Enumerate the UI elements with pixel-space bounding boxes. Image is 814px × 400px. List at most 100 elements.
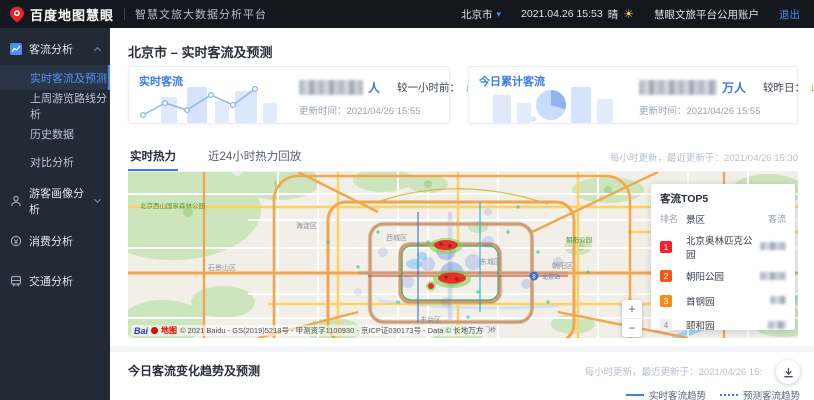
- page-title: 北京市 – 实时客流及预测: [128, 42, 272, 61]
- main-panel: 北京市 – 实时客流及预测 实时客流 人 较一小时前：: [110, 28, 814, 346]
- redacted-flow-value: [760, 272, 786, 280]
- line-chart-illustration: [135, 83, 285, 123]
- sidebar-item-lastweek-route-analysis[interactable]: 上周游览路线分析: [0, 93, 110, 118]
- header-divider: [124, 8, 125, 20]
- sidebar-item-label: 客流分析: [29, 41, 88, 57]
- download-icon: [783, 367, 794, 378]
- chart-icon: [10, 43, 22, 55]
- top5-row-3[interactable]: 3 首钢园: [660, 292, 786, 310]
- sidebar-item-label: 历史数据: [30, 126, 74, 142]
- sidebar-item-label: 实时客流及预测: [30, 70, 107, 86]
- cumulative-flow-card: 今日累计客流 万人 较昨日： ↓ 更新时间：2021/04/26 15:55: [468, 66, 798, 124]
- sidebar-item-label: 交通分析: [29, 273, 100, 289]
- rank-badge: 3: [660, 295, 672, 307]
- sidebar-item-passenger-flow-analysis[interactable]: 客流分析: [0, 36, 110, 62]
- svg-text:北京西山国家森林公园: 北京西山国家森林公园: [140, 201, 205, 210]
- logo-text: 百度地图慧眼: [30, 5, 114, 24]
- chevron-down-icon: [94, 196, 101, 203]
- attribution-text: © 2021 Baidu - GS(2019)5218号 - 甲测资字11009…: [180, 325, 483, 336]
- col-value-header: 客流: [758, 212, 786, 226]
- unit-label: 万人: [722, 79, 746, 96]
- arrow-down-icon: ↓: [810, 82, 814, 94]
- top5-panel: 客流TOP5 排名 景区 客流 1 北京奥林匹克公园 2 朝阳公园 3: [651, 184, 795, 330]
- scenic-name: 首钢园: [686, 294, 758, 308]
- sidebar-item-label: 上周游览路线分析: [30, 90, 110, 122]
- scenic-name: 北京奥林匹克公园: [686, 233, 758, 261]
- app-root: 百度地图慧眼 智慧文旅大数据分析平台 北京市 ▾ 2021.04.26 15:5…: [0, 0, 814, 400]
- top-header: 百度地图慧眼 智慧文旅大数据分析平台 北京市 ▾ 2021.04.26 15:5…: [0, 0, 814, 28]
- bus-icon: [10, 275, 22, 287]
- update-time: 更新时间：2021/04/26 15:55: [299, 103, 420, 117]
- app-logo[interactable]: 百度地图慧眼: [0, 5, 114, 24]
- top5-row-1[interactable]: 1 北京奥林匹克公园: [660, 233, 786, 261]
- svg-text:丰台区: 丰台区: [420, 315, 441, 324]
- datetime-weather: 2021.04.26 15:53 晴 ☀: [521, 7, 634, 22]
- platform-title: 智慧文旅大数据分析平台: [135, 6, 267, 22]
- city-selector[interactable]: 北京市 ▾: [461, 7, 501, 22]
- legend-forecast-flow[interactable]: 预测客流趋势: [720, 388, 800, 400]
- map-zoom-control: + −: [622, 300, 642, 337]
- col-rank-header: 排名: [660, 212, 686, 226]
- heat-tabs: 实时热力 近24小时热力回放 每小时更新，最近更新于：2021/04/26 15…: [128, 146, 798, 172]
- user-icon: [10, 195, 22, 207]
- rank-badge: 4: [660, 319, 672, 331]
- zoom-in-button[interactable]: +: [622, 300, 642, 319]
- datetime-text: 2021.04.26 15:53: [521, 8, 603, 20]
- solid-line-icon: [626, 394, 644, 396]
- top5-row-4[interactable]: 4 颐和园: [660, 316, 786, 334]
- sidebar-item-consumption-analysis[interactable]: 消费分析: [0, 228, 110, 254]
- subway-station-badge: 8: [530, 272, 539, 281]
- redacted-flow-value: [639, 80, 717, 95]
- download-button[interactable]: [776, 360, 800, 384]
- zoom-out-button[interactable]: −: [622, 319, 642, 337]
- scenic-name: 颐和园: [686, 318, 758, 332]
- sidebar-item-visitor-profile-analysis[interactable]: 游客画像分析: [0, 188, 110, 214]
- map-attribution: Bai 地图 © 2021 Baidu - GS(2019)5218号 - 甲测…: [131, 325, 486, 336]
- legend-label: 预测客流趋势: [743, 388, 800, 400]
- realtime-flow-card: 实时客流 人 较一小时前： ↓: [128, 66, 450, 124]
- top5-header-row: 排名 景区 客流: [660, 212, 786, 226]
- logout-link[interactable]: 退出: [779, 7, 800, 22]
- sidebar-item-realtime-flow-forecast[interactable]: 实时客流及预测: [0, 65, 110, 90]
- pie-chart-illustration: [475, 83, 625, 123]
- scenic-name: 朝阳公园: [686, 269, 758, 283]
- sidebar-item-label: 游客画像分析: [29, 185, 88, 217]
- station-label: 北京站: [542, 273, 560, 281]
- map-pin-logo-icon: [10, 6, 24, 23]
- sidebar-item-label: 消费分析: [29, 233, 100, 249]
- legend-label: 实时客流趋势: [649, 388, 706, 400]
- redacted-flow-value: [299, 80, 363, 95]
- legend-realtime-flow[interactable]: 实时客流趋势: [626, 388, 706, 400]
- svg-text:东城区: 东城区: [480, 257, 501, 266]
- coin-icon: [10, 235, 22, 247]
- beijing-heat-map[interactable]: 8 海淀区 石景山区 西城区 东城区 朝阳区 丰台区 广渠门桥 北京西山国家森林…: [128, 172, 798, 338]
- trend-legend: 实时客流趋势 预测客流趋势: [626, 388, 800, 400]
- dotted-line-icon: [720, 394, 738, 396]
- cumulative-flow-value-row: 万人 较昨日： ↓: [639, 79, 814, 96]
- trend-title: 今日客流变化趋势及预测: [128, 362, 260, 379]
- map-update-note: 每小时更新，最近更新于：2021/04/26 15:30: [610, 150, 798, 171]
- svg-text:石景山区: 石景山区: [208, 263, 236, 272]
- update-time: 更新时间：2021/04/26 15:55: [639, 103, 760, 117]
- redacted-flow-value: [760, 242, 786, 250]
- svg-text:朝阳公园: 朝阳公园: [566, 235, 592, 244]
- rank-badge: 1: [660, 241, 672, 253]
- tab-24h-heat-replay[interactable]: 近24小时热力回放: [206, 148, 303, 171]
- trend-update-note: 每小时更新，最近更新于：2021/04/26 15:: [585, 364, 762, 378]
- compare-label: 较一小时前：: [397, 80, 460, 95]
- compare-label: 较昨日：: [763, 80, 805, 95]
- baidu-paw-icon: [151, 327, 158, 334]
- top5-row-2[interactable]: 2 朝阳公园: [660, 267, 786, 285]
- sidebar-item-comparison-analysis[interactable]: 对比分析: [0, 149, 110, 174]
- sidebar-item-traffic-analysis[interactable]: 交通分析: [0, 268, 110, 294]
- svg-text:海淀区: 海淀区: [296, 221, 317, 230]
- rank-badge: 2: [660, 270, 672, 282]
- sidebar-item-history-data[interactable]: 历史数据: [0, 121, 110, 146]
- sidebar-item-label: 对比分析: [30, 154, 74, 170]
- tab-realtime-heat[interactable]: 实时热力: [128, 148, 178, 171]
- col-name-header: 景区: [686, 212, 758, 226]
- baidu-logo-map-text: 地图: [161, 325, 177, 336]
- sidebar-nav: 客流分析 实时客流及预测 上周游览路线分析 历史数据 对比分析 游客画像分析: [0, 28, 110, 400]
- baidu-logo-text: Bai: [134, 326, 148, 336]
- chevron-up-icon: [94, 47, 101, 54]
